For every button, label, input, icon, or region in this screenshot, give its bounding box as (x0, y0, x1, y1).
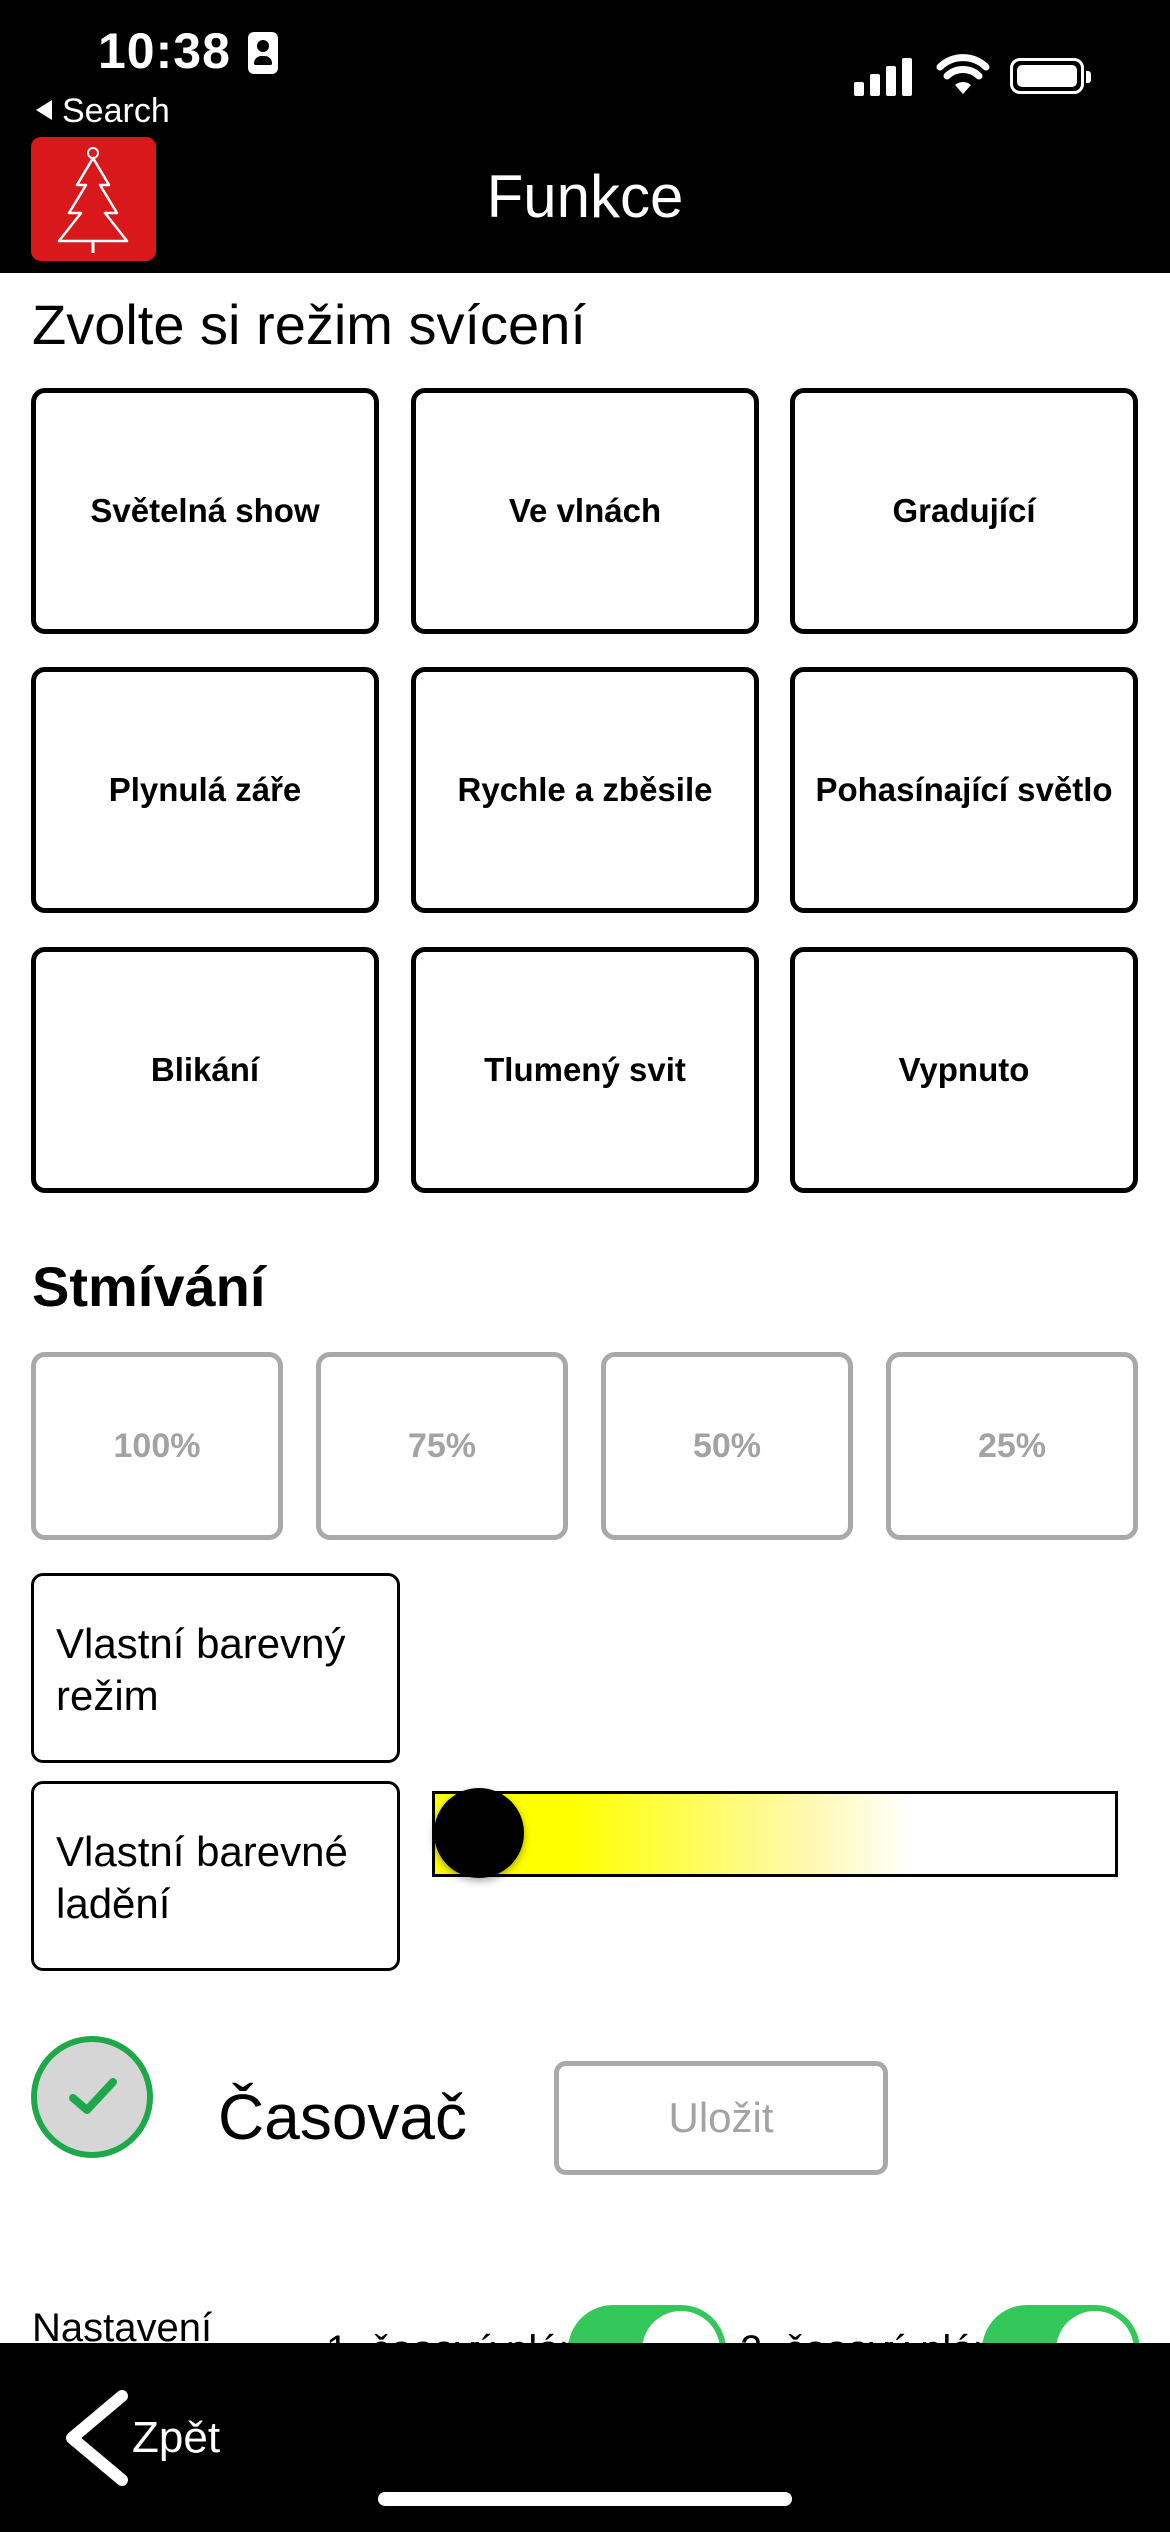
mode-button-pohasinajici-svetlo[interactable]: Pohasínající světlo (790, 667, 1138, 913)
timer-label: Časovač (218, 2081, 467, 2153)
back-app-label: Search (62, 92, 170, 130)
chevron-left-icon (66, 2390, 128, 2486)
timer-checkbox[interactable] (31, 2036, 153, 2158)
mode-button-plynula-zare[interactable]: Plynulá záře (31, 667, 379, 913)
save-button[interactable]: Uložit (554, 2061, 888, 2175)
back-button-label: Zpět (132, 2413, 221, 2462)
back-triangle-icon (36, 100, 52, 121)
battery-icon (1010, 58, 1091, 94)
dimming-25-button[interactable]: 25% (886, 1352, 1138, 1540)
dimming-100-button[interactable]: 100% (31, 1352, 283, 1540)
mode-button-svetelna-show[interactable]: Světelná show (31, 388, 379, 634)
custom-color-mode-button[interactable]: Vlastní barevný režim (31, 1573, 400, 1763)
page-title: Funkce (486, 163, 684, 230)
mode-button-ve-vlnach[interactable]: Ve vlnách (411, 388, 759, 634)
mode-button-blikani[interactable]: Blikání (31, 947, 379, 1193)
mode-button-tlumeny-svit[interactable]: Tlumený svit (411, 947, 759, 1193)
mode-button-rychle-a-zbesile[interactable]: Rychle a zběsile (411, 667, 759, 913)
color-tuning-slider[interactable] (432, 1791, 1118, 1877)
back-button[interactable]: Zpět (56, 2390, 220, 2486)
contact-card-icon (248, 32, 278, 74)
modes-heading: Zvolte si režim svícení (32, 293, 586, 356)
back-to-search-link[interactable]: Search (36, 92, 170, 131)
checkmark-icon (69, 2078, 117, 2114)
dimming-75-button[interactable]: 75% (316, 1352, 568, 1540)
status-time: 10:38 (98, 23, 231, 79)
dimming-50-button[interactable]: 50% (601, 1352, 853, 1540)
custom-color-tuning-button[interactable]: Vlastní barevné ladění (31, 1781, 400, 1971)
cellular-signal-icon (854, 56, 914, 96)
mode-button-vypnuto[interactable]: Vypnuto (790, 947, 1138, 1193)
color-tuning-slider-thumb[interactable] (434, 1788, 524, 1878)
dimming-heading: Stmívání (32, 1255, 266, 1318)
home-indicator (378, 2492, 792, 2506)
mode-button-gradujici[interactable]: Gradující (790, 388, 1138, 634)
wifi-icon (936, 54, 990, 94)
